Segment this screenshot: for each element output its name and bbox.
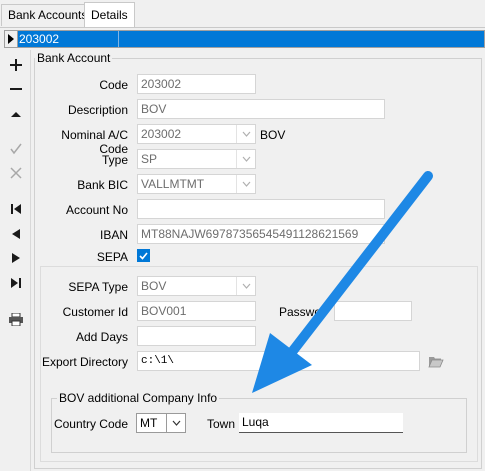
type-value: SP	[141, 152, 158, 166]
print-icon[interactable]	[5, 308, 27, 330]
tab-divider	[0, 27, 485, 28]
tab-bank-accounts[interactable]: Bank Accounts	[1, 4, 95, 26]
bic-value: VALLMTMT	[141, 177, 205, 191]
next-record-icon[interactable]	[5, 247, 27, 269]
prev-record-icon[interactable]	[5, 223, 27, 245]
bic-dropdown[interactable]: VALLMTMT	[137, 174, 256, 194]
password-label: Passwo	[279, 305, 322, 319]
row-selector-icon	[5, 31, 18, 47]
code-label: Code	[99, 78, 128, 92]
type-label: Type	[101, 153, 128, 167]
iban-label: IBAN	[99, 228, 128, 242]
nominal-value: 203002	[141, 127, 182, 141]
folder-open-icon[interactable]	[425, 350, 447, 372]
nominal-name: BOV	[260, 128, 286, 142]
password-field[interactable]	[334, 301, 412, 321]
chevron-down-icon	[236, 125, 255, 143]
nominal-dropdown[interactable]: 203002	[137, 124, 256, 144]
nominal-label: Nominal A/C Code	[61, 128, 128, 156]
bic-label: Bank BIC	[77, 178, 128, 192]
chevron-down-icon	[236, 175, 255, 193]
country-code-dropdown[interactable]: MT	[136, 413, 186, 433]
check-icon[interactable]	[5, 138, 27, 160]
town-label: Town	[207, 417, 236, 431]
sepa-label: SEPA	[96, 250, 128, 264]
sepa-checkbox[interactable]	[137, 249, 150, 262]
sepa-type-label: SEPA Type	[68, 280, 128, 294]
bank-account-group-title: Bank Account	[35, 51, 113, 65]
code-field[interactable]: 203002	[137, 74, 256, 94]
iban-field[interactable]: MT88NAJW6978735654549112862​1569	[137, 224, 385, 244]
description-label: Description	[67, 103, 128, 117]
town-field[interactable]: Luqa	[239, 413, 403, 433]
sepa-type-value: BOV	[141, 279, 167, 293]
export-directory-field[interactable]: c:\1\	[137, 351, 420, 371]
triangle-up-icon[interactable]	[5, 104, 27, 126]
selected-record-row[interactable]: 203002	[4, 30, 485, 48]
x-icon[interactable]	[5, 162, 27, 184]
add-days-field[interactable]	[137, 326, 256, 346]
export-directory-label: Export Directory	[41, 355, 128, 369]
tab-strip: Bank Accounts Details	[0, 0, 485, 28]
minus-icon[interactable]	[5, 78, 27, 100]
country-code-label: Country Code	[53, 417, 128, 431]
type-dropdown[interactable]: SP	[137, 149, 256, 169]
plus-icon[interactable]	[5, 54, 27, 76]
last-record-icon[interactable]	[5, 272, 27, 294]
company-info-group-title: BOV additional Company Info	[57, 391, 220, 405]
add-days-label: Add Days	[75, 330, 128, 344]
chevron-down-icon	[166, 413, 186, 433]
account-no-field[interactable]	[137, 199, 385, 219]
customer-id-field[interactable]: BOV001	[137, 301, 256, 321]
tab-details[interactable]: Details	[84, 2, 135, 28]
country-code-value: MT	[140, 416, 158, 430]
column-divider	[118, 31, 119, 47]
customer-id-label: Customer Id	[62, 305, 128, 319]
sepa-type-dropdown[interactable]: BOV	[137, 276, 256, 296]
navigator-divider	[30, 50, 31, 471]
first-record-icon[interactable]	[5, 198, 27, 220]
record-code: 203002	[19, 32, 60, 46]
description-field[interactable]: BOV	[137, 99, 385, 119]
chevron-down-icon	[236, 150, 255, 168]
chevron-down-icon	[236, 277, 255, 295]
account-no-label: Account No	[65, 203, 128, 217]
